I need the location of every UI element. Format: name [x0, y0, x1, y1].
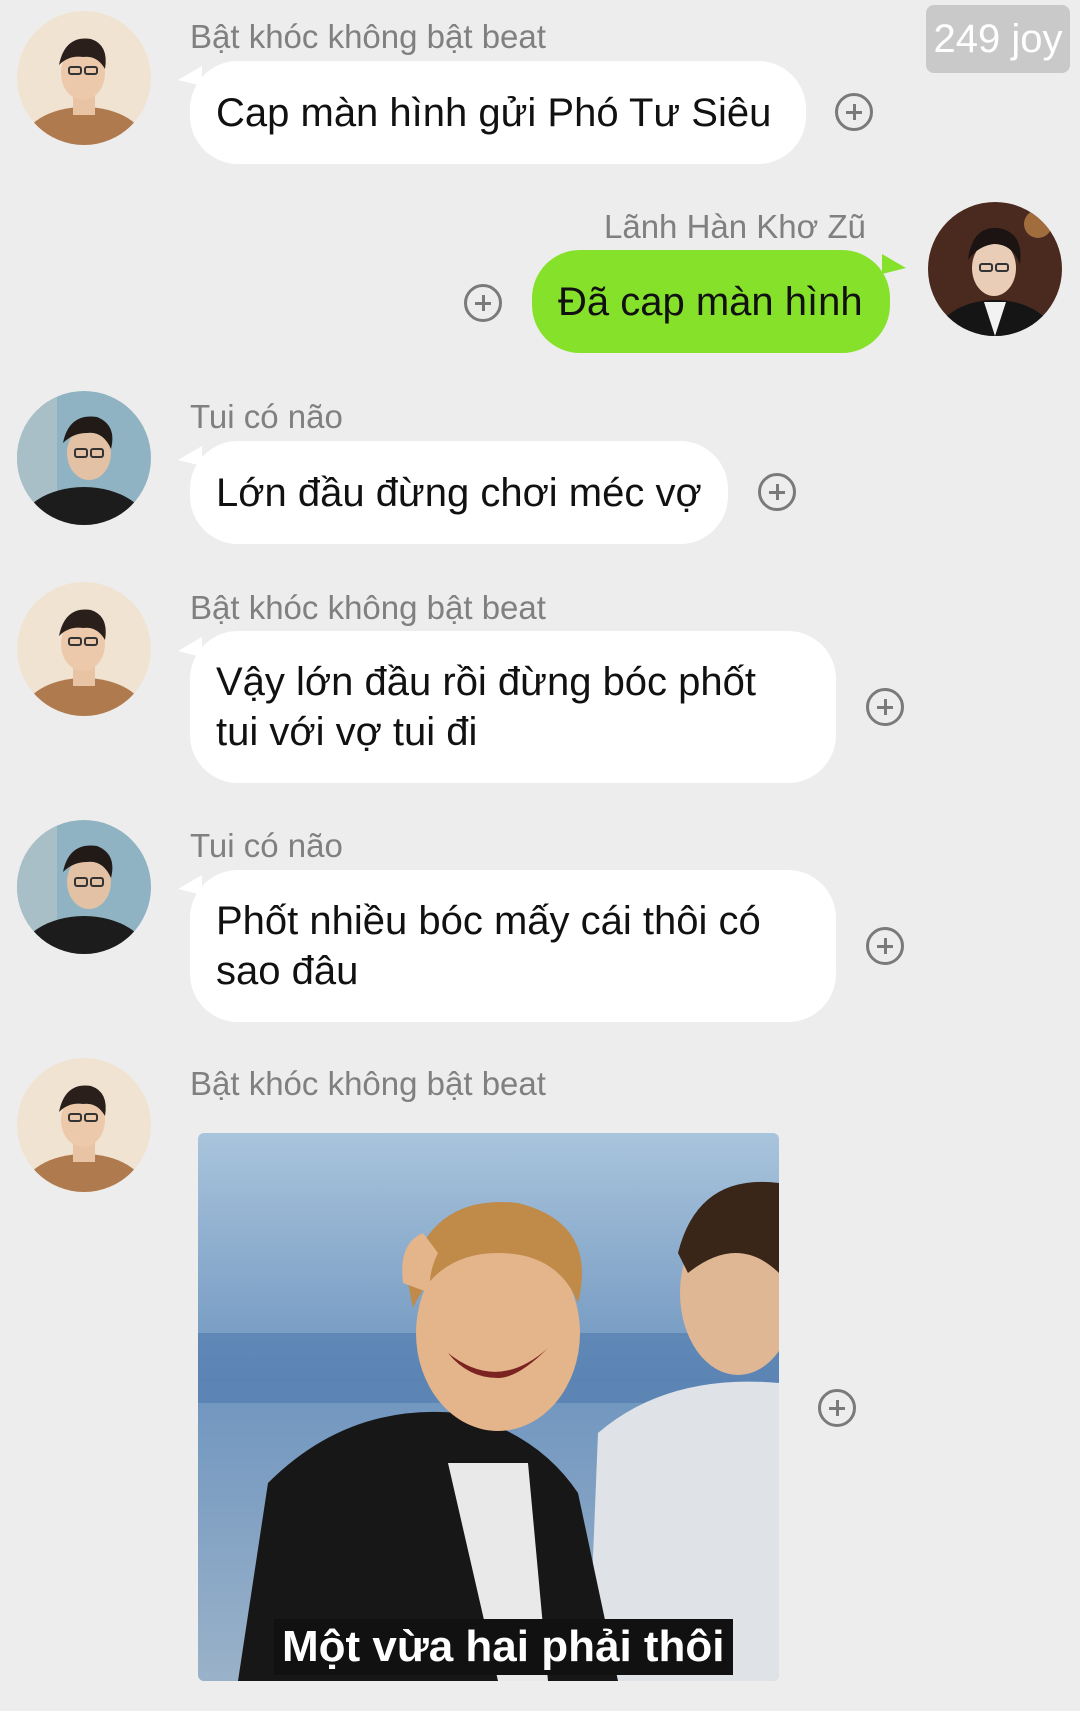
avatar-icon: [17, 391, 151, 525]
avatar-bat-khoc[interactable]: [17, 582, 151, 716]
avatar-bat-khoc[interactable]: [17, 1058, 151, 1192]
watermark: 249 joy: [926, 5, 1070, 73]
message-bubble[interactable]: Phốt nhiều bóc mấy cái thôi có sao đâu: [190, 870, 836, 1022]
plus-circle-icon[interactable]: [464, 284, 502, 322]
message-bubble[interactable]: Vậy lớn đầu rồi đừng bóc phốt tui với vợ…: [190, 631, 836, 783]
avatar-tui-co-nao[interactable]: [17, 391, 151, 525]
message-text: Vậy lớn đầu rồi đừng bóc phốt tui với vợ…: [216, 660, 757, 754]
avatar-icon: [17, 11, 151, 145]
avatar-icon: [17, 1058, 151, 1192]
message-bubble[interactable]: Đã cap màn hình: [532, 250, 890, 353]
avatar-icon: [928, 202, 1062, 336]
meme-photo: [198, 1133, 779, 1681]
sender-name: Tui có não: [190, 398, 343, 435]
sender-name: Bật khóc không bật beat: [190, 18, 546, 55]
plus-circle-icon[interactable]: [818, 1389, 856, 1427]
sender-name: Bật khóc không bật beat: [190, 1065, 546, 1102]
sender-name: Lãnh Hàn Khơ Zũ: [604, 208, 866, 245]
sender-name: Tui có não: [190, 827, 343, 864]
avatar-lanh-han[interactable]: [928, 202, 1062, 336]
plus-circle-icon[interactable]: [866, 927, 904, 965]
message-text: Cap màn hình gửi Phó Tư Siêu: [216, 90, 772, 135]
message-text: Lớn đầu đừng chơi méc vợ: [216, 470, 702, 515]
message-text: Đã cap màn hình: [558, 279, 863, 324]
bubble-tail: [882, 254, 906, 274]
avatar-tui-co-nao[interactable]: [17, 820, 151, 954]
image-caption: Một vừa hai phải thôi: [274, 1619, 733, 1675]
message-bubble[interactable]: Lớn đầu đừng chơi méc vợ: [190, 441, 728, 544]
plus-circle-icon[interactable]: [758, 473, 796, 511]
avatar-bat-khoc[interactable]: [17, 11, 151, 145]
message-bubble[interactable]: Cap màn hình gửi Phó Tư Siêu: [190, 61, 806, 164]
sender-name: Bật khóc không bật beat: [190, 589, 546, 626]
avatar-icon: [17, 582, 151, 716]
avatar-icon: [17, 820, 151, 954]
image-message[interactable]: Một vừa hai phải thôi: [198, 1133, 779, 1681]
message-text: Phốt nhiều bóc mấy cái thôi có sao đâu: [216, 899, 761, 993]
plus-circle-icon[interactable]: [866, 688, 904, 726]
plus-circle-icon[interactable]: [835, 93, 873, 131]
